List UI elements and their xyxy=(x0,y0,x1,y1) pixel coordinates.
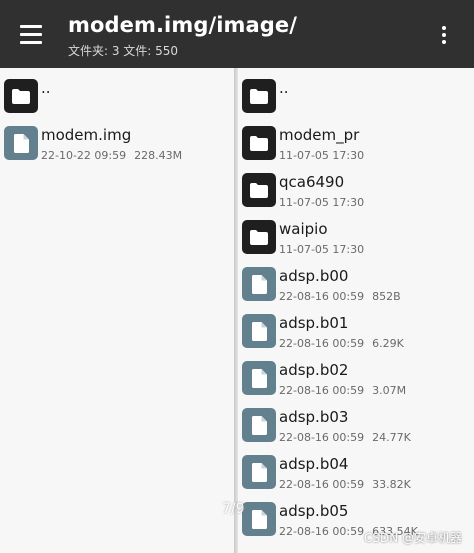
page-indicator: 7/9 xyxy=(222,501,245,517)
file-date: 22-08-16 00:59 xyxy=(279,384,365,397)
file-meta: 22-08-16 00:59 852B xyxy=(279,290,401,303)
file-icon xyxy=(242,502,276,536)
list-item-folder[interactable]: modem_pr 11-07-05 17:30 xyxy=(238,120,474,167)
file-meta: 11-07-05 17:30 xyxy=(279,149,364,162)
file-date: 22-08-16 00:59 xyxy=(279,431,365,444)
file-name: adsp.b00 xyxy=(279,267,349,285)
file-icon xyxy=(4,126,38,160)
file-icon xyxy=(242,455,276,489)
file-name: modem.img xyxy=(41,126,132,144)
file-meta: 11-07-05 17:30 xyxy=(279,243,364,256)
file-date: 11-07-05 17:30 xyxy=(279,196,365,209)
current-path-title: modem.img/image/ xyxy=(68,13,298,37)
file-meta: 11-07-05 17:30 xyxy=(279,196,364,209)
file-name: waipio xyxy=(279,220,328,238)
list-item-file[interactable]: adsp.b04 22-08-16 00:59 33.82K xyxy=(238,449,474,496)
list-item-folder[interactable]: qca6490 11-07-05 17:30 xyxy=(238,167,474,214)
watermark: CSDN @安卓机器 xyxy=(363,531,462,545)
file-meta: 22-08-16 00:59 24.77K xyxy=(279,431,411,444)
file-date: 22-08-16 00:59 xyxy=(279,290,365,303)
file-date: 22-10-22 09:59 xyxy=(41,149,127,162)
hamburger-menu-icon[interactable] xyxy=(11,14,51,54)
folder-icon xyxy=(242,126,276,160)
folder-icon xyxy=(242,220,276,254)
list-item-file[interactable]: adsp.b00 22-08-16 00:59 852B xyxy=(238,261,474,308)
file-name: adsp.b03 xyxy=(279,408,349,426)
file-name: .. xyxy=(41,79,51,97)
file-meta: 22-08-16 00:59 6.29K xyxy=(279,337,404,350)
list-item-file[interactable]: adsp.b02 22-08-16 00:59 3.07M xyxy=(238,355,474,402)
file-icon xyxy=(242,314,276,348)
file-size: 33.82K xyxy=(372,478,411,491)
file-date: 22-08-16 00:59 xyxy=(279,337,365,350)
folder-icon xyxy=(242,79,276,113)
file-size: 6.29K xyxy=(372,337,404,350)
file-meta: 22-10-22 09:59 228.43M xyxy=(41,149,182,162)
file-size: 24.77K xyxy=(372,431,411,444)
file-name: adsp.b02 xyxy=(279,361,349,379)
folder-file-count: 文件夹: 3 文件: 550 xyxy=(68,44,179,58)
file-name: adsp.b04 xyxy=(279,455,349,473)
list-item-parent-folder[interactable]: .. xyxy=(0,73,234,120)
file-size: 852B xyxy=(372,290,401,303)
file-name: qca6490 xyxy=(279,173,345,191)
folder-icon xyxy=(4,79,38,113)
file-icon xyxy=(242,408,276,442)
file-name: adsp.b01 xyxy=(279,314,349,332)
file-date: 11-07-05 17:30 xyxy=(279,243,365,256)
right-file-pane[interactable]: .. modem_pr 11-07-05 17:30 qca6490 11-07… xyxy=(238,68,474,553)
list-item-file[interactable]: modem.img 22-10-22 09:59 228.43M xyxy=(0,120,234,167)
file-date: 22-08-16 00:59 xyxy=(279,478,365,491)
file-name: modem_pr xyxy=(279,126,360,144)
left-file-pane[interactable]: .. modem.img 22-10-22 09:59 228.43M xyxy=(0,68,234,553)
list-item-file[interactable]: adsp.b01 22-08-16 00:59 6.29K xyxy=(238,308,474,355)
file-icon xyxy=(242,361,276,395)
file-name: .. xyxy=(279,79,289,97)
file-icon xyxy=(242,267,276,301)
file-meta: 22-08-16 00:59 3.07M xyxy=(279,384,406,397)
file-size: 228.43M xyxy=(134,149,183,162)
file-name: adsp.b05 xyxy=(279,502,349,520)
file-size: 3.07M xyxy=(372,384,407,397)
list-item-parent-folder[interactable]: .. xyxy=(238,73,474,120)
folder-icon xyxy=(242,173,276,207)
file-date: 11-07-05 17:30 xyxy=(279,149,365,162)
file-manager-app: modem.img/image/ 文件夹: 3 文件: 550 .. modem… xyxy=(0,0,474,553)
top-app-bar: modem.img/image/ 文件夹: 3 文件: 550 xyxy=(0,0,474,68)
file-date: 22-08-16 00:59 xyxy=(279,525,365,538)
more-vertical-icon[interactable] xyxy=(430,20,458,50)
list-item-file[interactable]: adsp.b03 22-08-16 00:59 24.77K xyxy=(238,402,474,449)
file-meta: 22-08-16 00:59 33.82K xyxy=(279,478,411,491)
list-item-folder[interactable]: waipio 11-07-05 17:30 xyxy=(238,214,474,261)
